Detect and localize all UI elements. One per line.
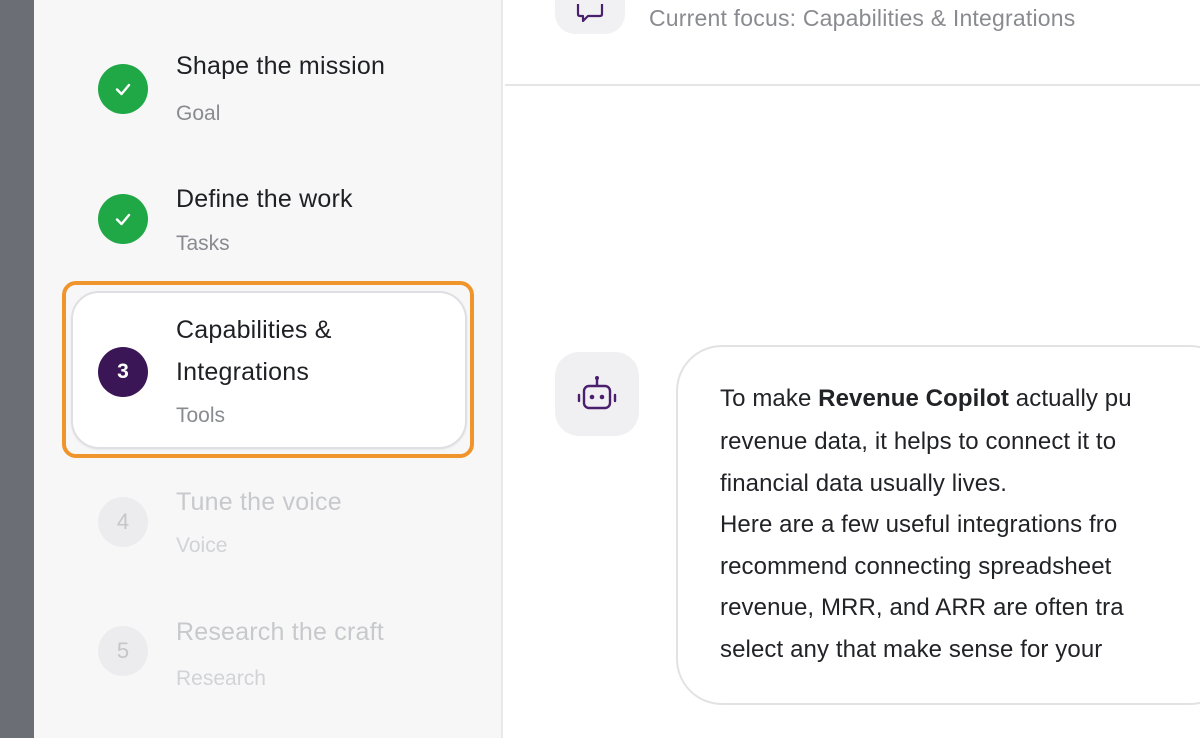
- message-line-3: financial data usually lives.: [720, 470, 1008, 497]
- left-rail: [0, 0, 34, 738]
- step-number-badge: 3: [98, 347, 148, 397]
- message-text: actually pu: [1009, 385, 1132, 412]
- step-subtitle: Tools: [176, 404, 226, 427]
- check-icon: [98, 64, 148, 114]
- message-line-7: select any that make sense for your: [720, 636, 1103, 663]
- step-subtitle: Goal: [176, 102, 221, 125]
- step-title: Define the work: [176, 185, 353, 213]
- app-window: Shape the mission Goal Define the work T…: [0, 0, 1200, 738]
- assistant-message-bubble: To make Revenue Copilot actually pu reve…: [676, 345, 1200, 705]
- step-title: Shape the mission: [176, 52, 386, 80]
- step-define-the-work[interactable]: Define the work Tasks: [64, 178, 470, 268]
- step-active-content: 3 Capabilities & Integrations Tools: [64, 309, 470, 439]
- step-title: Tune the voice: [176, 488, 342, 516]
- message-line-6: revenue, MRR, and ARR are often tra: [720, 594, 1124, 621]
- step-shape-the-mission[interactable]: Shape the mission Goal: [64, 45, 470, 135]
- step-title-line2: Integrations: [176, 358, 310, 386]
- step-number-badge: 4: [98, 497, 148, 547]
- message-line-5: recommend connecting spreadsheet: [720, 553, 1112, 580]
- message-text: To make: [720, 385, 819, 412]
- bot-avatar: [555, 352, 639, 436]
- step-subtitle: Voice: [176, 534, 228, 557]
- step-number-badge: 5: [98, 626, 148, 676]
- message-bold-text: Revenue Copilot: [818, 385, 1010, 412]
- current-focus-label: Current focus: Capabilities & Integratio…: [649, 5, 1076, 31]
- message-line-4: Here are a few useful integrations fro: [720, 511, 1118, 538]
- robot-icon: [577, 376, 617, 410]
- step-title-line1: Capabilities &: [176, 316, 332, 344]
- chat-bubble-icon: [555, 0, 625, 34]
- check-icon: [98, 194, 148, 244]
- step-tune-the-voice[interactable]: 4 Tune the voice Voice: [64, 481, 470, 571]
- message-line-2: revenue data, it helps to connect it to: [720, 428, 1117, 455]
- message-line-1: To make Revenue Copilot actually pu: [720, 385, 1132, 413]
- step-subtitle: Tasks: [176, 232, 230, 255]
- step-research-the-craft[interactable]: 5 Research the craft Research: [64, 611, 470, 701]
- step-subtitle: Research: [176, 667, 266, 690]
- step-title: Research the craft: [176, 618, 384, 646]
